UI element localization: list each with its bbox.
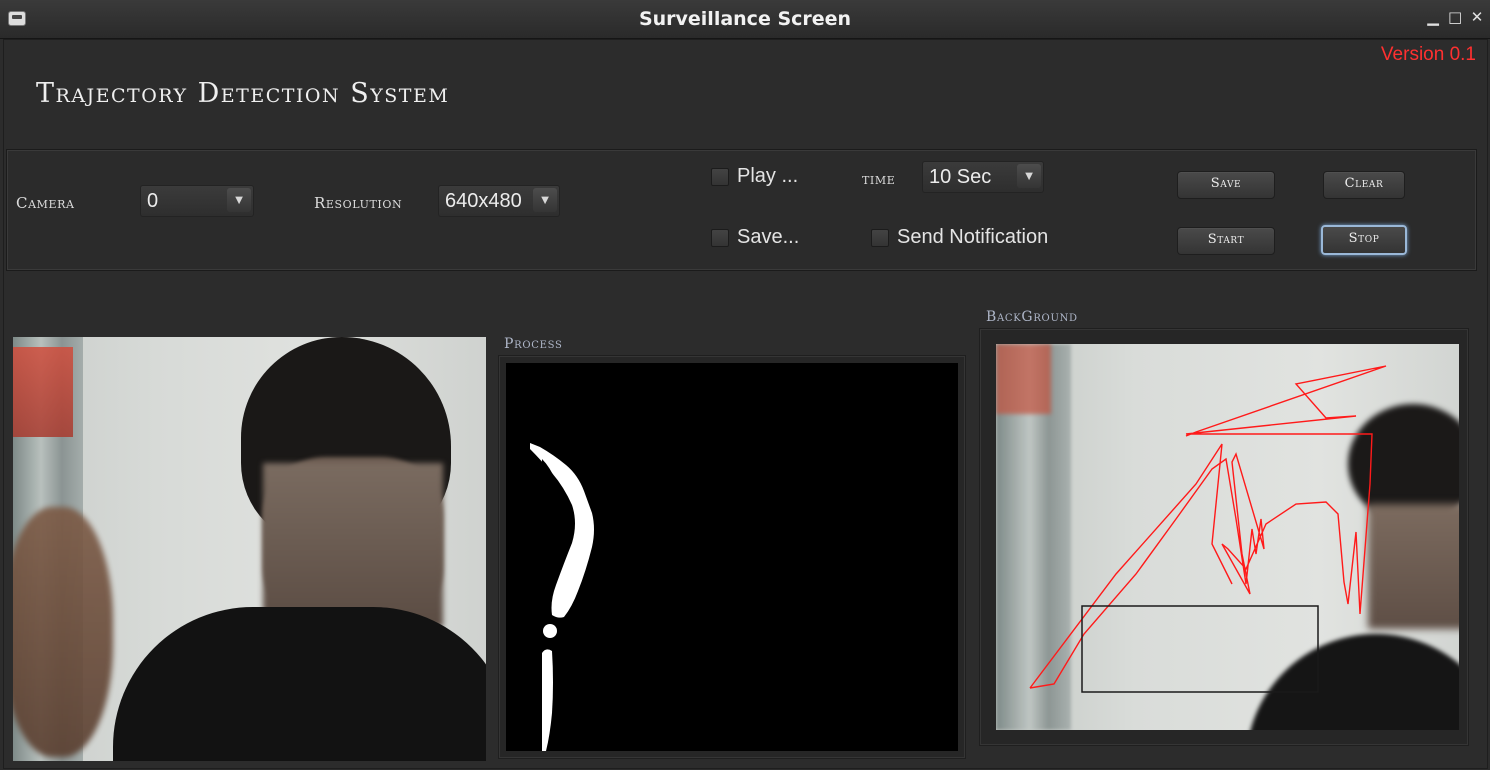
camera-select[interactable]: 0 ▼ [140,185,254,217]
resolution-label: Resolution [314,194,403,212]
window-title: Surveillance Screen [638,8,852,30]
maximize-icon[interactable]: □ [1448,8,1462,26]
save-button[interactable]: Save [1177,171,1275,199]
process-view [506,363,958,751]
app-title: Trajectory Detection System [36,78,450,109]
play-checkbox[interactable] [711,168,729,186]
resolution-value: 640x480 [445,190,522,212]
camera-label: Camera [16,194,75,212]
minimize-icon[interactable]: ▁ [1426,8,1440,26]
version-label: Version 0.1 [1380,44,1476,65]
save-checkbox-label: Save... [737,226,800,248]
send-notification-label: Send Notification [897,226,1049,248]
start-button[interactable]: Start [1177,227,1275,255]
resolution-select[interactable]: 640x480 ▼ [438,185,560,217]
window-controls: ▁ □ ✕ [1426,8,1484,26]
close-icon[interactable]: ✕ [1470,8,1484,26]
chevron-down-icon[interactable]: ▼ [1017,164,1041,188]
time-select[interactable]: 10 Sec ▼ [922,161,1044,193]
trajectory-overlay [1029,365,1387,693]
camera-value: 0 [147,190,159,212]
save-checkbox[interactable] [711,229,729,247]
clear-button[interactable]: Clear [1323,171,1405,199]
play-label: Play ... [737,165,799,187]
time-label: time [862,170,896,188]
chevron-down-icon[interactable]: ▼ [227,188,251,212]
chevron-down-icon[interactable]: ▼ [533,188,557,212]
camera-feed [13,337,486,761]
background-label: BackGround [986,309,1078,325]
foreground-mask [530,443,594,751]
stop-button[interactable]: Stop [1321,225,1407,255]
send-notification-checkbox[interactable] [871,229,889,247]
time-value: 10 Sec [929,166,992,188]
background-view [996,344,1459,730]
title-bar: Surveillance Screen ▁ □ ✕ [0,0,1490,39]
process-label: Process [504,336,563,352]
